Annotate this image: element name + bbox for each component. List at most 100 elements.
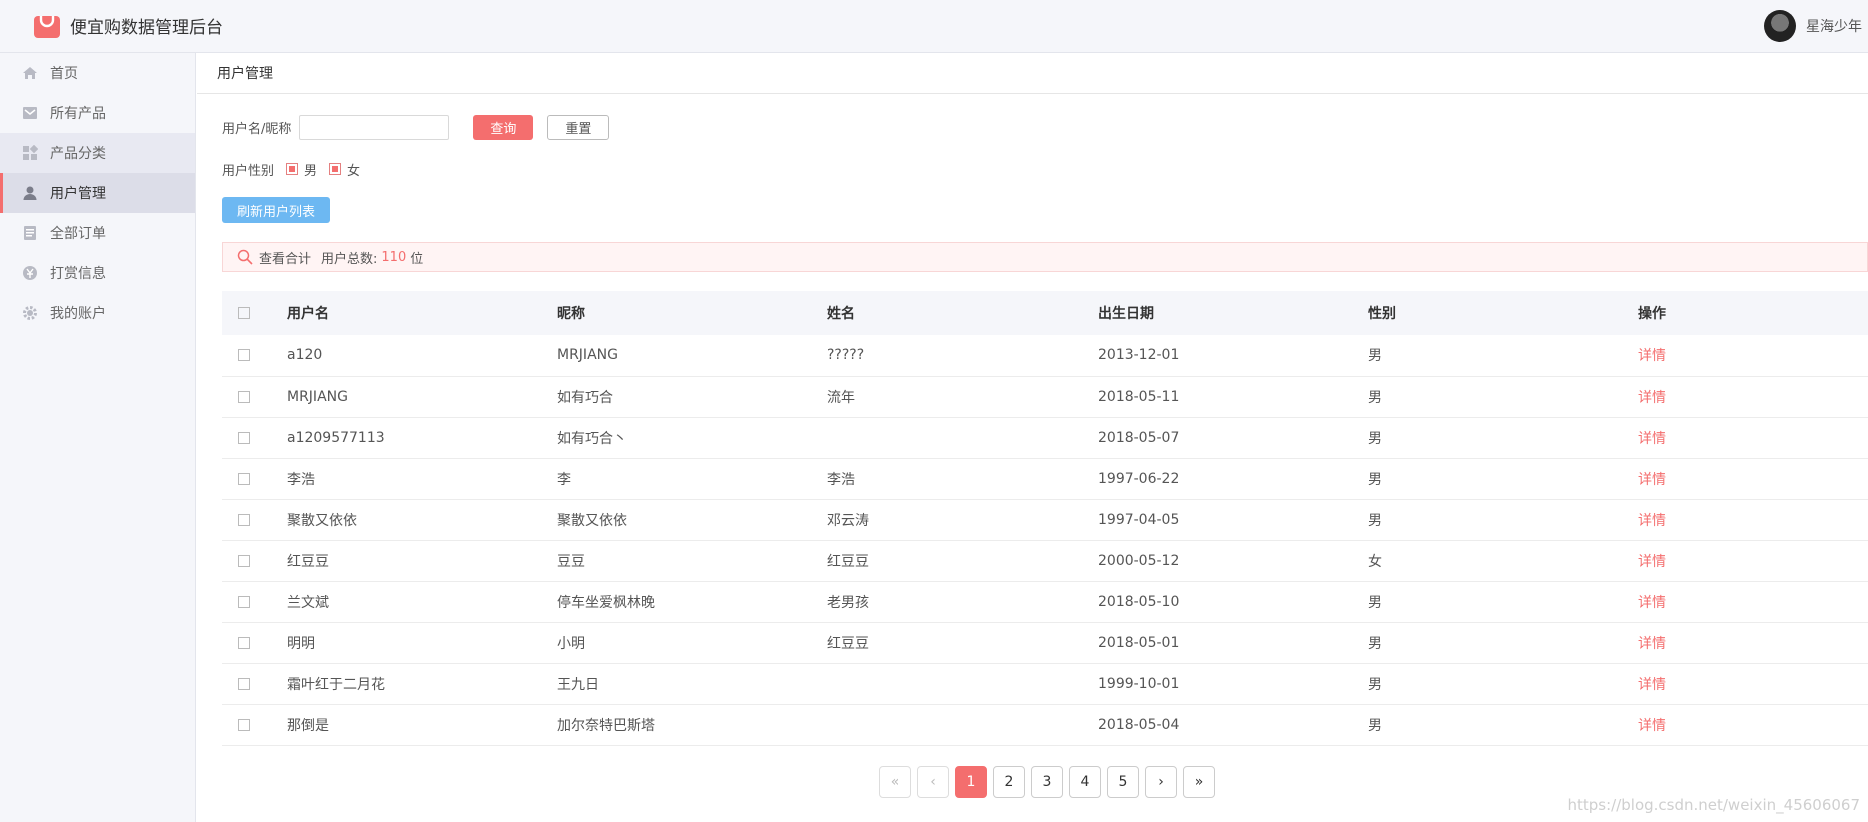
watermark: https://blog.csdn.net/weixin_45606067 xyxy=(1567,796,1860,814)
sidebar-item-label: 全部订单 xyxy=(50,226,106,242)
table-row: 明明 小明 红豆豆 2018-05-01 男详情 xyxy=(222,622,1868,664)
header-name: 姓名 xyxy=(827,291,1098,335)
sidebar-item-reward[interactable]: 打赏信息 xyxy=(0,253,195,293)
cell-name: 红豆豆 xyxy=(827,540,1098,582)
cell-name xyxy=(827,704,1098,746)
avatar[interactable] xyxy=(1764,10,1796,42)
cell-birth: 2018-05-01 xyxy=(1098,622,1368,664)
cell-action: 详情 xyxy=(1638,458,1868,500)
cell-username: 红豆豆 xyxy=(287,540,557,582)
detail-link[interactable]: 详情 xyxy=(1638,677,1666,693)
detail-link[interactable]: 详情 xyxy=(1638,472,1666,488)
gender-female-label[interactable]: 女 xyxy=(347,160,360,179)
cell-gender: 男 xyxy=(1368,335,1638,377)
page-button[interactable]: 4 xyxy=(1069,766,1101,798)
row-checkbox[interactable] xyxy=(238,472,250,485)
sidebar-item-account[interactable]: 我的账户 xyxy=(0,293,195,333)
name-filter-label: 用户名/昵称 xyxy=(222,122,292,137)
summary-bar: 查看合计 用户总数: 110 位 xyxy=(222,242,1868,272)
detail-link[interactable]: 详情 xyxy=(1638,390,1666,406)
detail-link[interactable]: 详情 xyxy=(1638,513,1666,529)
cell-username: a120 xyxy=(287,335,557,377)
cell-name: 李浩 xyxy=(827,458,1098,500)
sidebar-item-home[interactable]: 首页 xyxy=(0,53,195,93)
detail-link[interactable]: 详情 xyxy=(1638,718,1666,734)
detail-link[interactable]: 详情 xyxy=(1638,636,1666,652)
page-button[interactable]: 5 xyxy=(1107,766,1139,798)
cell-action: 详情 xyxy=(1638,417,1868,459)
reset-button[interactable]: 重置 xyxy=(547,115,610,140)
row-select-cell xyxy=(222,540,287,582)
user-menu[interactable]: 星海少年 xyxy=(1764,10,1868,42)
cell-username: 霜叶红于二月花 xyxy=(287,663,557,705)
table-row: a120 MRJIANG????? 2013-12-01 男详情 xyxy=(222,335,1868,377)
row-select-cell xyxy=(222,458,287,500)
cell-nickname: 聚散又依依 xyxy=(557,499,827,541)
pagination: « ‹ 1 2 3 4 5 › » xyxy=(879,766,1221,798)
sidebar-item-orders[interactable]: 全部订单 xyxy=(0,213,195,253)
app-title: 便宜购数据管理后台 xyxy=(70,17,223,38)
row-checkbox[interactable] xyxy=(238,718,250,731)
row-checkbox[interactable] xyxy=(238,513,250,526)
detail-link[interactable]: 详情 xyxy=(1638,595,1666,611)
gender-male-checkbox[interactable] xyxy=(286,163,299,175)
row-select-cell xyxy=(222,335,287,377)
cell-name: 老男孩 xyxy=(827,581,1098,623)
refresh-user-list-button[interactable]: 刷新用户列表 xyxy=(222,197,330,223)
cell-action: 详情 xyxy=(1638,622,1868,664)
sidebar-item-category[interactable]: 产品分类 xyxy=(0,133,195,173)
page-next-button[interactable]: › xyxy=(1145,766,1177,798)
sidebar-item-users[interactable]: 用户管理 xyxy=(0,173,195,213)
table-header-row: 用户名 昵称 姓名 出生日期 性别 操作 xyxy=(222,291,1868,335)
query-button[interactable]: 查询 xyxy=(473,115,534,140)
row-checkbox[interactable] xyxy=(238,636,250,649)
username[interactable]: 星海少年 xyxy=(1806,16,1868,36)
cell-gender: 男 xyxy=(1368,499,1638,541)
products-icon xyxy=(22,105,38,121)
cell-name xyxy=(827,417,1098,459)
detail-link[interactable]: 详情 xyxy=(1638,554,1666,570)
cell-gender: 男 xyxy=(1368,458,1638,500)
row-select-cell xyxy=(222,417,287,459)
home-icon xyxy=(22,65,38,81)
gender-male-label[interactable]: 男 xyxy=(304,160,317,179)
header-action: 操作 xyxy=(1638,291,1868,335)
page-first-button[interactable]: « xyxy=(879,766,911,798)
header-username: 用户名 xyxy=(287,291,557,335)
header-birth: 出生日期 xyxy=(1098,291,1368,335)
cell-birth: 2013-12-01 xyxy=(1098,335,1368,377)
summary-total-count: 110 xyxy=(381,249,407,265)
row-checkbox[interactable] xyxy=(238,431,250,444)
row-checkbox[interactable] xyxy=(238,677,250,690)
row-checkbox[interactable] xyxy=(238,554,250,567)
page-last-button[interactable]: » xyxy=(1183,766,1215,798)
cell-gender: 男 xyxy=(1368,581,1638,623)
page-button[interactable]: 2 xyxy=(993,766,1025,798)
cell-name: ????? xyxy=(827,335,1098,377)
sidebar-item-label: 产品分类 xyxy=(50,146,106,162)
logo[interactable]: 便宜购数据管理后台 xyxy=(32,10,223,40)
page-button[interactable]: 1 xyxy=(955,766,987,798)
search-row: 用户名/昵称 查询 重置 xyxy=(222,115,610,140)
page-prev-button[interactable]: ‹ xyxy=(917,766,949,798)
gender-female-checkbox[interactable] xyxy=(329,163,342,175)
page-button[interactable]: 3 xyxy=(1031,766,1063,798)
summary-prefix: 查看合计 xyxy=(259,251,312,267)
select-all-checkbox[interactable] xyxy=(238,307,250,319)
sidebar-item-label: 用户管理 xyxy=(50,186,106,202)
cell-action: 详情 xyxy=(1638,663,1868,705)
row-checkbox[interactable] xyxy=(238,390,250,403)
name-search-input[interactable] xyxy=(299,115,450,140)
cell-birth: 2000-05-12 xyxy=(1098,540,1368,582)
cell-birth: 1999-10-01 xyxy=(1098,663,1368,705)
main-content: 用户管理 用户名/昵称 查询 重置 用户性别 男 女 刷新用户列表 查看合计 用… xyxy=(197,53,1868,822)
cell-action: 详情 xyxy=(1638,376,1868,418)
row-select-cell xyxy=(222,622,287,664)
row-checkbox[interactable] xyxy=(238,349,250,362)
detail-link[interactable]: 详情 xyxy=(1638,348,1666,364)
detail-link[interactable]: 详情 xyxy=(1638,431,1666,447)
sidebar-item-products[interactable]: 所有产品 xyxy=(0,93,195,133)
refresh-row: 刷新用户列表 xyxy=(222,197,330,223)
cell-birth: 1997-06-22 xyxy=(1098,458,1368,500)
row-checkbox[interactable] xyxy=(238,595,250,608)
